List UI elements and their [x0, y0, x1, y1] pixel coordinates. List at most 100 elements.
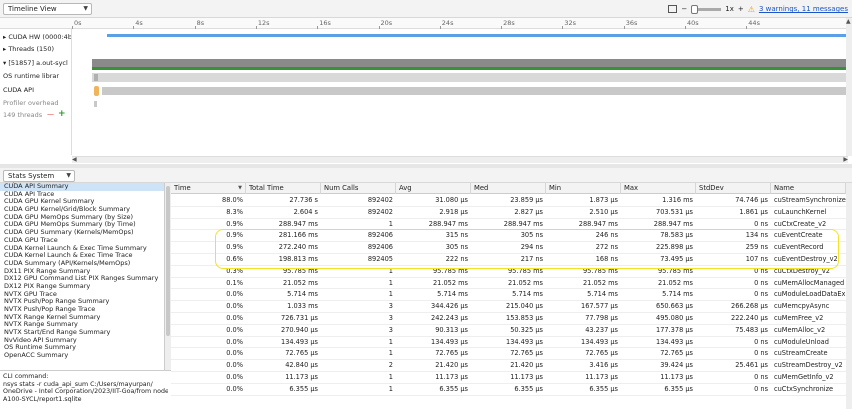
report-list-item[interactable]: CUDA Kernel Launch & Exec Time Trace	[0, 252, 164, 260]
stats-view-dropdown[interactable]: Stats System View ▼	[3, 170, 75, 190]
report-list-item[interactable]: DX12 PIX Range Summary	[0, 283, 164, 291]
report-list-item[interactable]: NVTX GPU Trace	[0, 291, 164, 299]
report-list-item[interactable]: CUDA GPU MemOps Summary (by Time)	[0, 221, 164, 229]
add-thread-icon[interactable]: +	[58, 109, 66, 119]
table-row[interactable]: 88.0% 27.736 s 892402 31.080 μs 23.859 μs 1.8…	[171, 195, 846, 207]
table-cell: 6.355 μs	[664, 384, 693, 393]
column-header[interactable]: Name	[771, 183, 846, 194]
table-cell: 3	[388, 302, 393, 311]
report-list-item[interactable]: DX11 PIX Range Summary	[0, 268, 164, 276]
os-runtime-marker[interactable]	[94, 74, 98, 81]
timeline-view-dropdown[interactable]: Timeline View ▼	[3, 3, 92, 15]
scroll-right-icon[interactable]: ▶	[843, 156, 848, 163]
table-row[interactable]: 0.0% 134.493 μs 1 134.493 μs 134.493 μs 134.4…	[171, 337, 846, 349]
table-row[interactable]: 0.9% 288.947 ms 1 288.947 ms 288.947 ms 288.9…	[171, 219, 846, 231]
cuda-api-bar[interactable]	[102, 87, 848, 95]
table-row[interactable]: 0.0% 6.355 μs 1 6.355 μs 6.355 μs 6.355 μs 6.3…	[171, 384, 846, 396]
report-list-item[interactable]: CUDA GPU Summary (Kernels/MemOps)	[0, 229, 164, 237]
table-row[interactable]: 0.0% 11.173 μs 1 11.173 μs 11.173 μs 11.173 μ…	[171, 372, 846, 384]
table-row[interactable]: 0.0% 270.940 μs 3 90.313 μs 50.325 μs 43.237 …	[171, 325, 846, 337]
report-list-item[interactable]: CUDA API Trace	[0, 191, 164, 199]
report-list-item[interactable]: OS Runtime Summary	[0, 344, 164, 352]
profiler-overhead-bar[interactable]	[94, 101, 97, 107]
table-cell: 2	[388, 361, 393, 370]
report-list-item[interactable]: CUDA GPU Kernel Summary	[0, 198, 164, 206]
table-row[interactable]: 8.3% 2.604 s 892402 2.918 μs 2.827 μs 2.510 μ…	[171, 207, 846, 219]
threads-summary-bar[interactable]	[92, 59, 848, 67]
report-list-item[interactable]: CUDA Summary (API/Kernels/MemOps)	[0, 260, 164, 268]
report-list-item[interactable]: DX12 GPU Command List PIX Ranges Summary	[0, 275, 164, 283]
report-list-item[interactable]: NvVideo API Summary	[0, 337, 164, 345]
table-cell: 242.243 μs	[431, 314, 468, 322]
report-list-item[interactable]: NVTX Range Kernel Summary	[0, 314, 164, 322]
column-header[interactable]: Total Time	[246, 183, 321, 194]
warning-icon: ⚠	[747, 4, 755, 14]
table-row[interactable]: 0.6% 198.813 ms 892405 222 ns 217 ns 168 ns 73…	[171, 254, 846, 266]
timeline-row-label[interactable]: ▸ Threads (150)	[3, 45, 71, 53]
cuda-api-marker[interactable]	[94, 86, 99, 96]
table-cell: 1.873 μs	[589, 196, 618, 204]
timeline-row-label[interactable]: ▾ [51857] a.out-sycl	[3, 59, 71, 67]
report-list-item[interactable]: CUDA GPU Kernel/Grid/Block Summary	[0, 206, 164, 214]
column-header[interactable]: Avg	[396, 183, 471, 194]
table-row[interactable]: 0.0% 1.033 ms 3 344.426 μs 215.040 μs 167.577…	[171, 301, 846, 313]
table-row[interactable]: 0.3% 95.785 ms 1 95.785 ms 95.785 ms 95.785 m…	[171, 266, 846, 278]
report-list-item[interactable]: NVTX Push/Pop Range Trace	[0, 306, 164, 314]
column-header[interactable]: Num Calls	[321, 183, 396, 194]
table-cell: 8.3%	[226, 207, 243, 216]
table-row[interactable]: 0.0% 42.840 μs 2 21.420 μs 21.420 μs 3.416 μs…	[171, 360, 846, 372]
column-header-label: Num Calls	[324, 184, 359, 192]
scroll-left-icon[interactable]: ◀	[72, 156, 77, 163]
zoom-slider-knob[interactable]	[691, 4, 699, 14]
column-header[interactable]: Med	[471, 183, 546, 194]
table-row[interactable]: 0.0% 72.765 μs 1 72.765 μs 72.765 μs 72.765 μ…	[171, 348, 846, 361]
fit-view-icon[interactable]	[668, 5, 678, 13]
report-list-item[interactable]: CUDA GPU MemOps Summary (by Size)	[0, 214, 164, 222]
timeline-row-label[interactable]: Profiler overhead	[3, 99, 71, 107]
timeline-horizontal-scrollbar[interactable]: ◀ ▶	[72, 156, 848, 163]
table-cell: 95.785 ms	[582, 266, 618, 275]
timeline-tracks[interactable]	[72, 29, 848, 155]
column-header[interactable]: StdDev	[696, 183, 771, 194]
zoom-in-icon[interactable]: +	[738, 5, 744, 13]
report-list-item[interactable]: CUDA API Summary	[0, 183, 164, 191]
table-cell: cuModuleUnload	[774, 337, 829, 346]
report-list-item[interactable]: NVTX Range Summary	[0, 321, 164, 329]
zoom-slider[interactable]	[691, 4, 722, 14]
time-ruler[interactable]: 0s 4s 8s 12s 16s 20s 24s 28s 32s 36s 40s 44s	[0, 18, 852, 29]
column-header[interactable]: Time ▼	[171, 183, 246, 194]
report-list-scroll-thumb[interactable]	[166, 186, 170, 336]
scroll-up-icon[interactable]: ▲	[846, 18, 851, 25]
column-header[interactable]: Min	[546, 183, 621, 194]
zoom-out-icon[interactable]: −	[681, 5, 687, 13]
report-list-item[interactable]: NVTX Push/Pop Range Summary	[0, 298, 164, 306]
report-list-item[interactable]: NVTX Start/End Range Summary	[0, 329, 164, 337]
stats-table-scrollbar[interactable]	[846, 183, 852, 409]
sort-descending-icon[interactable]: ▼	[238, 183, 242, 194]
os-runtime-bar[interactable]	[92, 73, 848, 82]
table-cell: 1	[388, 337, 393, 346]
report-list-item[interactable]: CUDA GPU Trace	[0, 237, 164, 245]
warnings-link[interactable]: 3 warnings, 11 messages	[759, 5, 848, 13]
timeline-vertical-scrollbar[interactable]: ▲	[846, 18, 852, 156]
table-cell: 95.785 ms	[657, 266, 693, 275]
table-cell: 31.080 μs	[435, 196, 468, 204]
remove-thread-icon[interactable]: —	[47, 110, 54, 118]
table-cell: 5.714 ms	[512, 290, 543, 299]
table-row[interactable]: 0.9% 281.166 ms 892406 315 ns 305 ns 246 ns 78…	[171, 230, 846, 243]
timeline-row-label[interactable]: OS runtime librar	[3, 72, 71, 80]
timeline-row-label[interactable]: ▸ CUDA HW (0000:4b	[3, 33, 71, 41]
column-header-label: Avg	[399, 184, 412, 192]
report-list-item[interactable]: OpenACC Summary	[0, 352, 164, 360]
table-row[interactable]: 0.9% 272.240 ms 892406 305 ns 294 ns 272 ns 22…	[171, 242, 846, 254]
timeline-row-label[interactable]: CUDA API	[3, 86, 71, 94]
table-row[interactable]: 0.1% 21.052 ms 1 21.052 ms 21.052 ms 21.052 m…	[171, 278, 846, 290]
table-cell: cuLaunchKernel	[774, 207, 827, 216]
report-list-item[interactable]: CUDA Kernel Launch & Exec Time Summary	[0, 245, 164, 253]
table-row[interactable]: 0.0% 726.731 μs 3 242.243 μs 153.853 μs 77.79…	[171, 313, 846, 325]
thread-activity-bar[interactable]	[92, 67, 848, 70]
table-row[interactable]: 0.0% 5.714 ms 1 5.714 ms 5.714 ms 5.714 ms 5.7…	[171, 289, 846, 302]
cuda-hw-bar[interactable]	[107, 34, 848, 37]
column-header[interactable]: Max	[621, 183, 696, 194]
chevron-down-icon: ▼	[83, 5, 88, 12]
